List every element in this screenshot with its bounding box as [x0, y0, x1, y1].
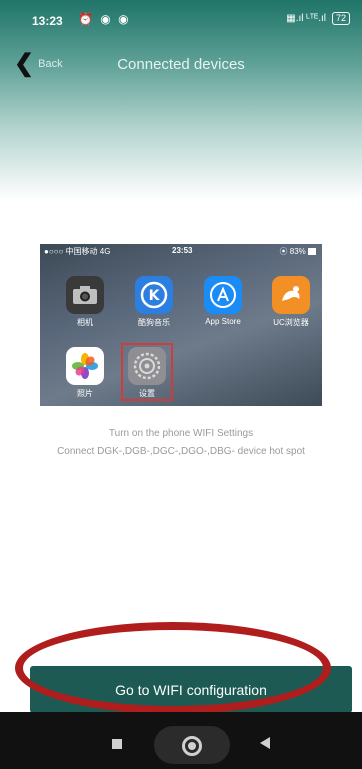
- page-title: Connected devices: [117, 56, 245, 73]
- app-label: 酷狗音乐: [138, 318, 170, 327]
- status-bar: 13:23 ⏰ ◉ ◉ ▦.ıl ᴸᵀᴱ.ıl 72: [0, 0, 362, 38]
- svg-text:K: K: [149, 288, 161, 304]
- app-label: 相机: [77, 318, 93, 327]
- phone-status-bar: ●○○○ 中国移动 4G 23:53 ⦿ 83% ▇: [40, 244, 322, 258]
- app-kugou: K 酷狗音乐: [131, 276, 177, 328]
- instruction-line-1: Turn on the phone WIFI Settings: [108, 428, 254, 439]
- settings-highlight-box: [121, 343, 173, 401]
- status-notification-icons: ⏰ ◉ ◉: [78, 12, 131, 26]
- phone-time: 23:53: [172, 246, 193, 255]
- app-store-icon: [204, 276, 242, 314]
- home-icon[interactable]: [182, 736, 202, 756]
- instruction-line-2: Connect DGK-,DGB-,DGC-,DGO-,DBG- device …: [57, 446, 305, 457]
- phone-battery: ⦿ 83% ▇: [279, 247, 316, 256]
- app-uc-browser: UC浏览器: [268, 276, 314, 328]
- camera-icon: [66, 276, 104, 314]
- status-time: 13:23: [32, 14, 63, 28]
- nav-bar: ❮ Back Connected devices: [0, 48, 362, 82]
- system-nav-bar: [0, 712, 362, 769]
- photos-icon: [66, 347, 104, 385]
- kugou-icon: K: [135, 276, 173, 314]
- signal-icon: ▦.ıl ᴸᵀᴱ.ıl: [286, 13, 326, 24]
- app-label: App Store: [205, 317, 241, 326]
- wifi-config-button-label: Go to WIFI configuration: [115, 681, 267, 698]
- app-label: 照片: [77, 389, 93, 398]
- battery-icon: 72: [331, 12, 350, 25]
- app-app-store: App Store: [200, 276, 246, 326]
- app-camera: 相机: [62, 276, 108, 328]
- back-triangle-icon[interactable]: [260, 737, 270, 749]
- wifi-config-button[interactable]: Go to WIFI configuration: [30, 666, 352, 713]
- phone-carrier: ●○○○ 中国移动 4G: [44, 247, 111, 256]
- recents-icon[interactable]: [112, 739, 122, 749]
- instruction-screenshot: ●○○○ 中国移动 4G 23:53 ⦿ 83% ▇ 相机 K 酷狗音乐 App…: [40, 244, 322, 406]
- status-right: ▦.ıl ᴸᵀᴱ.ıl 72: [286, 12, 350, 25]
- uc-browser-icon: [272, 276, 310, 314]
- app-label: UC浏览器: [273, 318, 309, 327]
- app-photos: 照片: [62, 347, 108, 399]
